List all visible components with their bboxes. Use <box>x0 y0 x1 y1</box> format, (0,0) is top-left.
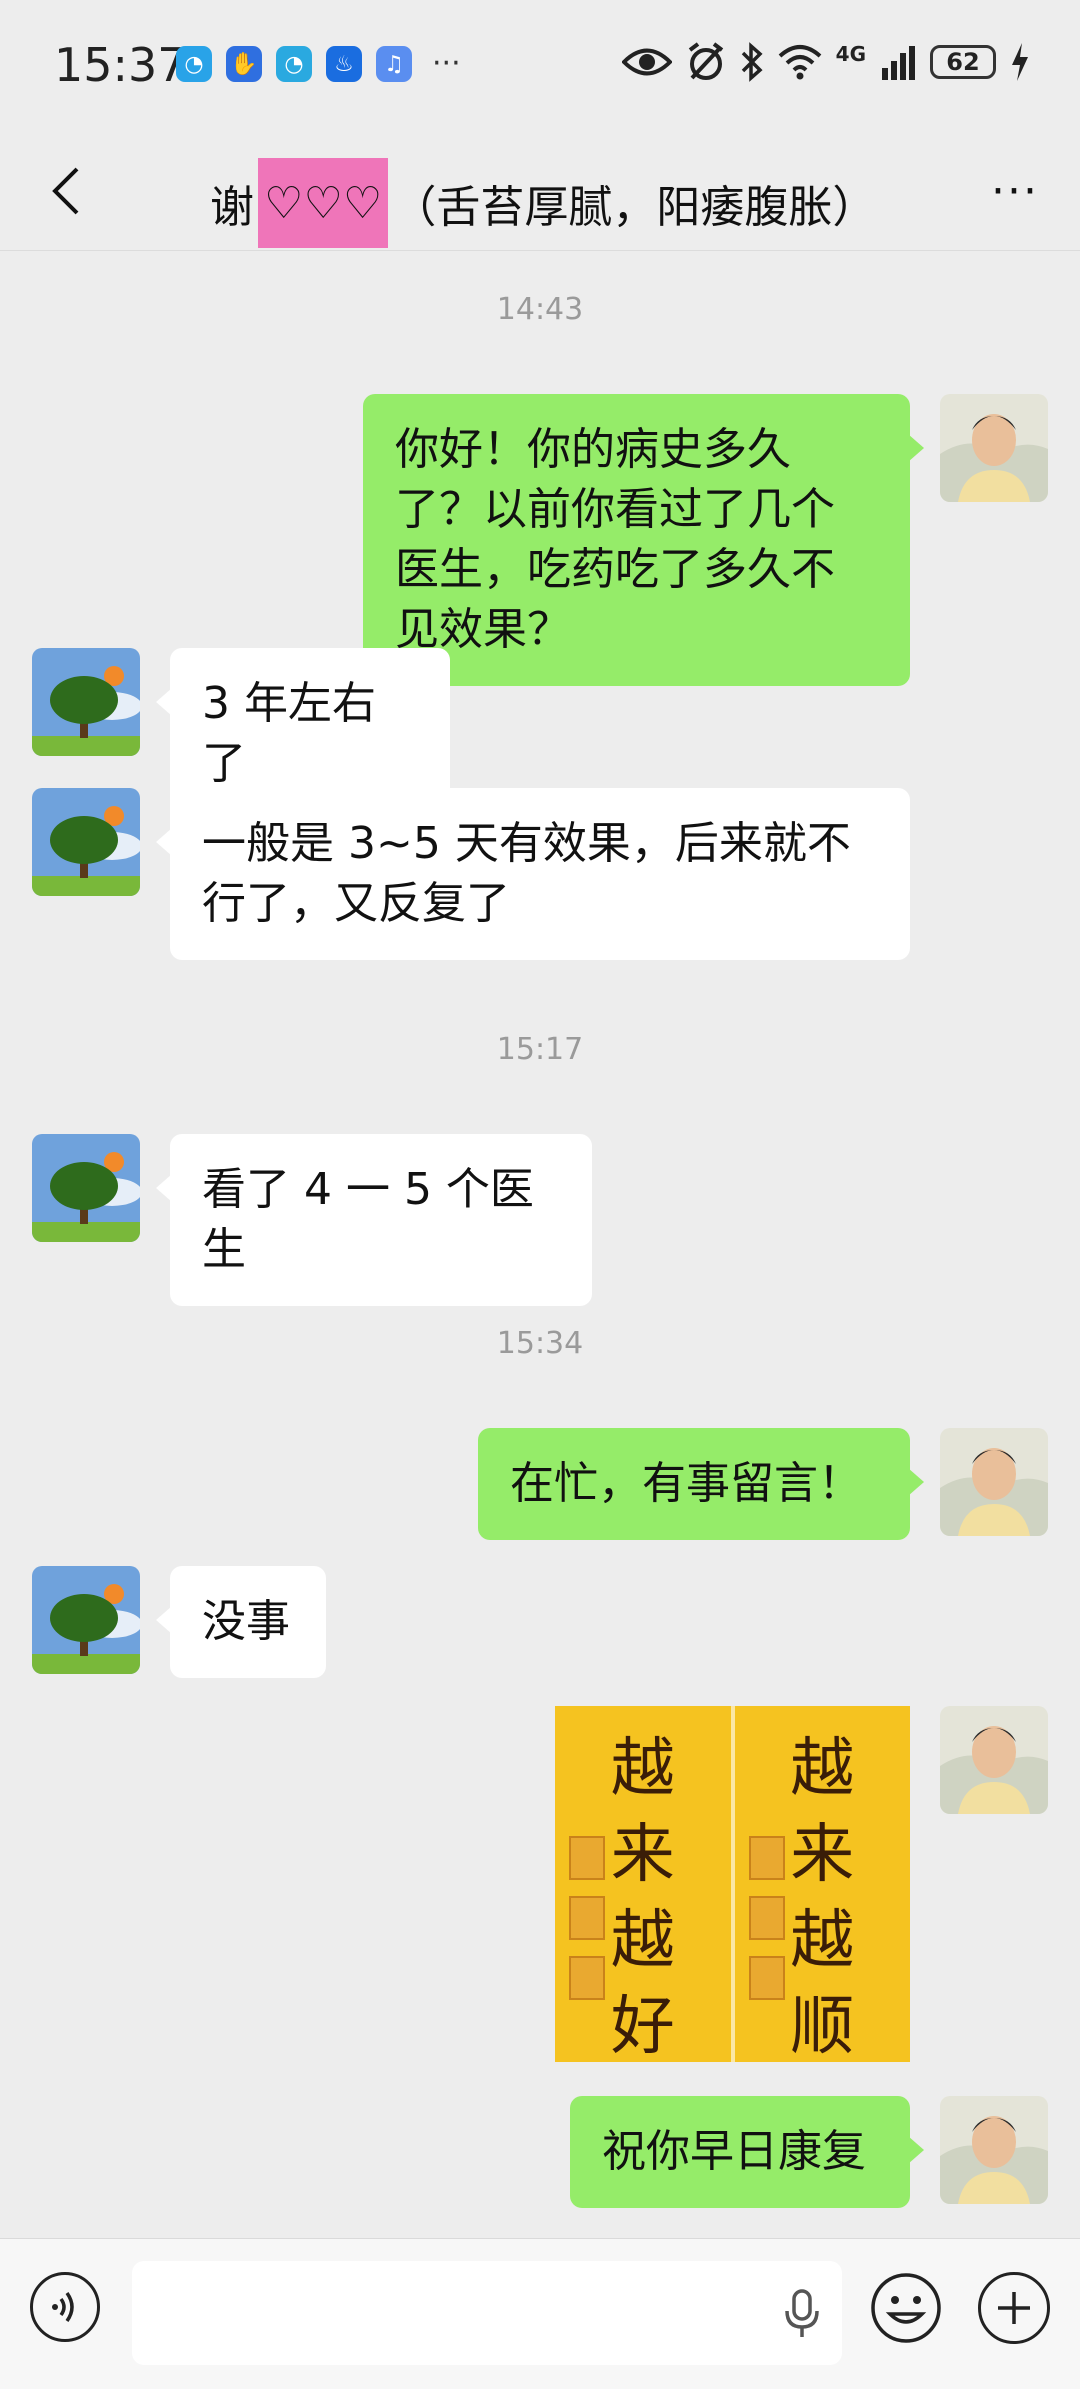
browser-icon: ◔ <box>276 46 312 82</box>
message-input-field[interactable] <box>132 2261 842 2365</box>
my-avatar[interactable] <box>940 1428 1048 1536</box>
title-suffix: （舌苔厚腻，阳痿腹胀） <box>392 182 877 233</box>
calligraphy-text: 越来越好 <box>610 1732 675 2064</box>
plus-icon <box>998 2292 1030 2324</box>
eye-icon <box>621 48 672 76</box>
status-indicators: 4G 62 <box>621 42 1030 82</box>
battery-icon: 62 <box>930 45 996 79</box>
tree-landscape-avatar <box>32 788 140 896</box>
title-prefix: 谢 <box>210 182 254 233</box>
message-bubble-incoming[interactable]: 看了 4 一 5 个医生 <box>156 1134 592 1306</box>
browser-icon: ◔ <box>176 46 212 82</box>
signal-icon <box>882 46 915 80</box>
voice-waves-icon <box>52 2291 74 2323</box>
my-avatar[interactable] <box>940 394 1048 502</box>
man-portrait-avatar <box>940 1706 1048 1814</box>
contact-avatar[interactable] <box>32 1566 140 1674</box>
charging-icon <box>1012 43 1028 81</box>
back-button[interactable] <box>36 156 96 226</box>
input-bar <box>0 2238 1080 2389</box>
voice-input-button[interactable] <box>30 2272 100 2342</box>
more-functions-button[interactable] <box>978 2272 1050 2344</box>
contact-avatar[interactable] <box>32 1134 140 1242</box>
more-options-button[interactable]: ··· <box>980 156 1050 226</box>
alarm-off-icon <box>688 42 723 80</box>
shield-app-icon: ✋ <box>226 46 262 82</box>
status-bar: 15:37 ◔ ✋ ◔ ♨ ♫ ··· 4G 62 <box>0 0 1080 130</box>
bulb-app-icon: ♨ <box>326 46 362 82</box>
my-avatar[interactable] <box>940 2096 1048 2204</box>
timestamp: 15:17 <box>496 1032 584 1067</box>
title-hearts: ♡♡♡ <box>258 158 389 248</box>
chat-title: 谢 ♡♡♡ （舌苔厚腻，阳痿腹胀） <box>210 158 876 248</box>
calligraphy-text: 越来越顺 <box>790 1732 855 2064</box>
calligraphy-scroll-left: 越来越好 <box>555 1706 735 2064</box>
calligraphy-scroll-right: 越来越顺 <box>735 1706 911 2064</box>
message-bubble-incoming[interactable]: 一般是 3~5 天有效果，后来就不行了，又反复了 <box>156 788 910 960</box>
timestamp: 14:43 <box>496 292 584 327</box>
man-portrait-avatar <box>940 1428 1048 1536</box>
my-avatar[interactable] <box>940 1706 1048 1814</box>
man-portrait-avatar <box>940 394 1048 502</box>
chevron-left-icon <box>52 167 79 215</box>
status-app-icons: ◔ ✋ ◔ ♨ ♫ ··· <box>176 46 461 82</box>
seal-stamp <box>569 1896 605 1940</box>
man-portrait-avatar <box>940 2096 1048 2204</box>
battery-level: 62 <box>946 48 980 76</box>
seal-stamp <box>748 1836 785 1880</box>
message-bubble-outgoing[interactable]: 祝你早日康复 <box>570 2096 924 2208</box>
tree-landscape-avatar <box>32 1134 140 1242</box>
contact-avatar[interactable] <box>32 648 140 756</box>
tree-landscape-avatar <box>32 1566 140 1674</box>
wifi-icon <box>778 45 821 80</box>
seal-stamp <box>748 1956 785 2000</box>
more-notifications-icon: ··· <box>432 46 461 81</box>
image-message[interactable]: 越来越好 越来越顺 <box>555 1706 911 2064</box>
message-bubble-outgoing[interactable]: 你好！你的病史多久了？以前你看过了几个医生，吃药吃了多久不见效果？ <box>363 394 924 686</box>
network-type-label: 4G <box>835 42 866 66</box>
status-time: 15:37 <box>54 38 187 92</box>
seal-stamp <box>569 1836 605 1880</box>
chat-header: 谢 ♡♡♡ （舌苔厚腻，阳痿腹胀） ··· <box>0 130 1080 251</box>
music-app-icon: ♫ <box>376 46 412 82</box>
message-bubble-incoming[interactable]: 没事 <box>156 1566 326 1678</box>
microphone-icon[interactable] <box>782 2289 822 2339</box>
seal-stamp <box>748 1896 785 1940</box>
emoji-icon[interactable] <box>870 2272 942 2344</box>
contact-avatar[interactable] <box>32 788 140 896</box>
bluetooth-icon <box>741 42 763 82</box>
message-bubble-outgoing[interactable]: 在忙，有事留言！ <box>478 1428 924 1540</box>
tree-landscape-avatar <box>32 648 140 756</box>
seal-stamp <box>569 1956 605 2000</box>
timestamp: 15:34 <box>496 1326 584 1361</box>
